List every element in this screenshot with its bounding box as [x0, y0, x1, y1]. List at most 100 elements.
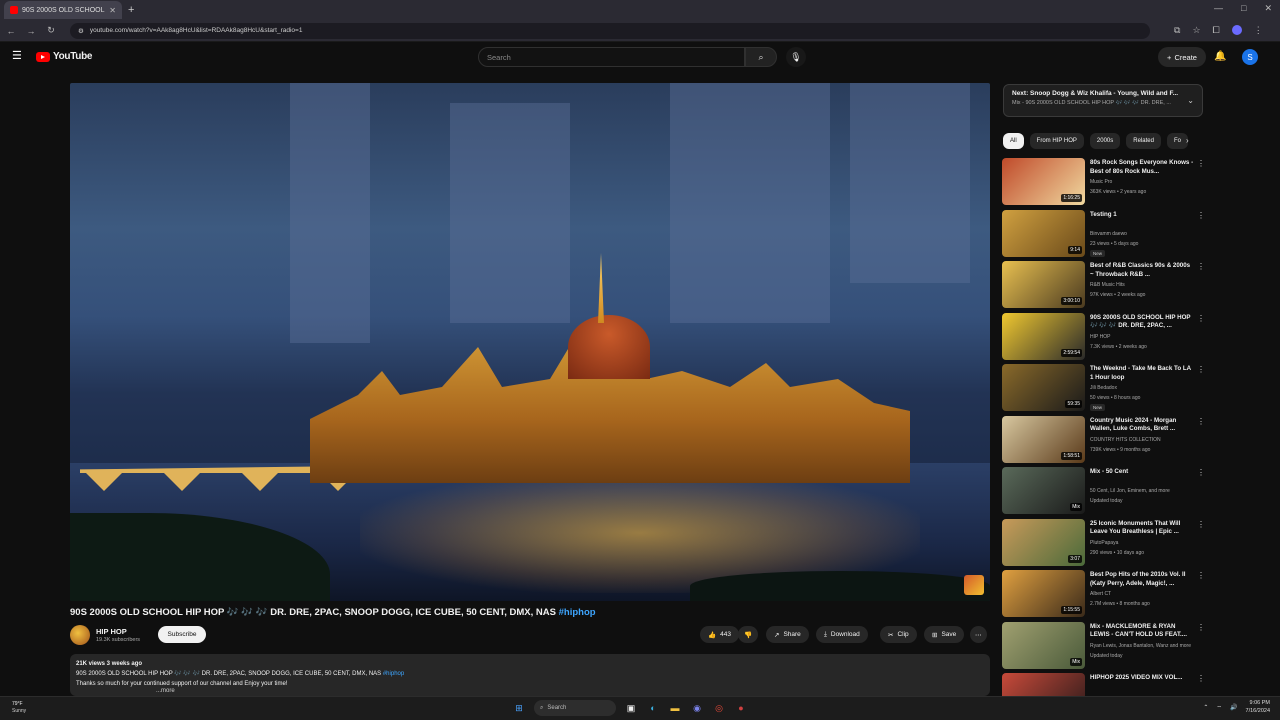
task-view-icon[interactable]: ▣	[624, 701, 638, 715]
chip-from-channel[interactable]: From HIP HOP	[1029, 133, 1084, 149]
video-thumbnail[interactable]: Mix	[1002, 467, 1085, 514]
extensions-icon[interactable]: ⧠	[1213, 25, 1220, 36]
more-options-icon[interactable]: ⋮	[1197, 417, 1205, 426]
search-input[interactable]: Search	[478, 47, 745, 67]
edge-browser-icon[interactable]: ◐	[646, 701, 660, 715]
file-explorer-icon[interactable]: ▬	[668, 701, 682, 715]
recommended-video[interactable]: 2:59:54 90S 2000S OLD SCHOOL HIP HOP 🎶 🎶 …	[1002, 312, 1212, 364]
more-options-icon[interactable]: ⋮	[1197, 314, 1205, 323]
clip-button[interactable]: ✂ Clip	[880, 626, 917, 643]
browser-profile-icon[interactable]	[1231, 25, 1242, 35]
recommended-channel[interactable]: HIP HOP	[1090, 334, 1110, 340]
clock[interactable]: 9:06 PM 7/16/2024	[1246, 700, 1270, 715]
recommended-video[interactable]: 1:15:55 Best Pop Hits of the 2010s Vol. I…	[1002, 569, 1212, 621]
video-thumbnail[interactable]: 3:07	[1002, 518, 1085, 566]
recommended-title[interactable]: Mix - 50 Cent	[1090, 468, 1195, 477]
video-thumbnail[interactable]	[1002, 673, 1085, 697]
tray-chevron-icon[interactable]: ⌃	[1203, 704, 1208, 711]
recommended-video[interactable]: 1:58:51 Country Music 2024 - Morgan Walle…	[1002, 415, 1212, 467]
new-tab-icon[interactable]: +	[128, 4, 134, 16]
subscribe-button[interactable]: Subscribe	[158, 626, 206, 643]
recommended-channel[interactable]: COUNTRY HITS COLLECTION	[1090, 437, 1161, 443]
recommended-channel[interactable]: R&B Music Hits	[1090, 282, 1125, 288]
channel-name[interactable]: HIP HOP	[96, 627, 127, 636]
menu-dots-icon[interactable]: ⋮	[1254, 25, 1263, 36]
more-options-icon[interactable]: ⋮	[1197, 468, 1205, 477]
video-thumbnail[interactable]: 9:14	[1002, 209, 1085, 257]
recommended-channel[interactable]: PlutoPapaya	[1090, 540, 1118, 546]
chrome-icon[interactable]: ◎	[712, 701, 726, 715]
recommended-title[interactable]: The Weeknd - Take Me Back To LA 1 Hour l…	[1090, 365, 1195, 382]
video-thumbnail[interactable]: Mix	[1002, 621, 1085, 669]
close-window-icon[interactable]: ✕	[1264, 3, 1272, 14]
recommended-title[interactable]: Country Music 2024 - Morgan Wallen, Luke…	[1090, 417, 1195, 434]
create-button[interactable]: + Create	[1158, 47, 1206, 67]
autoplay-next-box[interactable]: Next: Snoop Dogg & Wiz Khalifa - Young, …	[1003, 84, 1203, 117]
url-field[interactable]: ⚙ youtube.com/watch?v=AAk8ag8HcU&list=RD…	[70, 22, 1150, 39]
weather-widget[interactable]: 79°F Sunny	[12, 701, 26, 715]
network-icon[interactable]: ⌔	[1216, 704, 1222, 712]
back-icon[interactable]: ←	[6, 26, 16, 36]
like-button[interactable]: 👍 443	[700, 626, 739, 643]
recording-app-icon[interactable]: ●	[734, 701, 748, 715]
video-thumbnail[interactable]: 3:00:10	[1002, 261, 1085, 308]
chip-more[interactable]: Fo	[1166, 133, 1188, 149]
chevron-right-icon[interactable]: ›	[1186, 136, 1189, 145]
recommended-title[interactable]: 80s Rock Songs Everyone Knows - Best of …	[1090, 159, 1195, 176]
more-options-icon[interactable]: ⋮	[1197, 159, 1205, 168]
recommended-title[interactable]: Mix - MACKLEMORE & RYAN LEWIS - CAN'T HO…	[1090, 623, 1195, 640]
more-actions-button[interactable]: ⋯	[970, 626, 987, 643]
recommended-title[interactable]: Best of R&B Classics 90s & 2000s ~ Throw…	[1090, 262, 1195, 279]
close-tab-icon[interactable]: ✕	[109, 6, 116, 15]
maximize-icon[interactable]: □	[1241, 3, 1246, 14]
taskbar-search[interactable]: ⌕ Search	[534, 700, 616, 716]
video-thumbnail[interactable]: 2:59:54	[1002, 312, 1085, 360]
video-player[interactable]	[70, 83, 990, 601]
site-info-icon[interactable]: ⚙	[78, 27, 84, 35]
chip-related[interactable]: Related	[1126, 133, 1161, 149]
account-avatar[interactable]: S	[1242, 49, 1258, 65]
description-box[interactable]: 21K views 3 weeks ago 90S 2000S OLD SCHO…	[70, 654, 990, 696]
forward-icon[interactable]: →	[26, 26, 36, 36]
recommended-title[interactable]: HIPHOP 2025 VIDEO MIX VOL...	[1090, 674, 1195, 683]
teams-icon[interactable]: ◉	[690, 701, 704, 715]
channel-avatar[interactable]	[70, 625, 90, 645]
recommended-channel[interactable]: Jili Bedadox	[1090, 385, 1117, 391]
browser-tab[interactable]: 90S 2000S OLD SCHOOL H ✕	[4, 1, 122, 19]
chevron-down-icon[interactable]: ⌄	[1187, 96, 1194, 105]
more-options-icon[interactable]: ⋮	[1197, 211, 1205, 220]
channel-watermark[interactable]	[964, 575, 984, 595]
recommended-channel[interactable]: Albert CT	[1090, 591, 1111, 597]
reload-icon[interactable]: ↻	[46, 25, 56, 36]
youtube-logo[interactable]: YouTube	[36, 51, 93, 62]
volume-icon[interactable]: 🔊	[1230, 704, 1237, 711]
video-thumbnail[interactable]: 1:16:25	[1002, 158, 1085, 205]
share-button[interactable]: ↗ Share	[766, 626, 809, 643]
recommended-channel[interactable]: Binvamm daewo	[1090, 231, 1127, 237]
video-thumbnail[interactable]: 1:15:55	[1002, 570, 1085, 617]
video-thumbnail[interactable]: 59:35	[1002, 364, 1085, 411]
recommended-title[interactable]: 25 Iconic Monuments That Will Leave You …	[1090, 520, 1195, 537]
recommended-video[interactable]: Mix Mix - MACKLEMORE & RYAN LEWIS - CAN'T…	[1002, 621, 1212, 673]
save-button[interactable]: ⊞ Save	[924, 626, 965, 643]
notifications-bell-icon[interactable]: 🔔	[1214, 51, 1226, 62]
recommended-video[interactable]: 3:00:10 Best of R&B Classics 90s & 2000s …	[1002, 260, 1212, 312]
bookmark-star-icon[interactable]: ☆	[1192, 25, 1200, 36]
recommended-video[interactable]: 59:35 The Weeknd - Take Me Back To LA 1 H…	[1002, 363, 1212, 415]
recommended-channel[interactable]: Music Pro	[1090, 179, 1112, 185]
windows-start-icon[interactable]: ⊞	[512, 701, 526, 715]
hamburger-menu-icon[interactable]: ☰	[12, 51, 24, 62]
recommended-video[interactable]: HIPHOP 2025 VIDEO MIX VOL... ⋮	[1002, 672, 1212, 697]
chip-all[interactable]: All	[1003, 133, 1024, 149]
more-options-icon[interactable]: ⋮	[1197, 365, 1205, 374]
recommended-channel[interactable]: Ryan Lewis, Jonas Bantalon, Wanz and mor…	[1090, 643, 1191, 649]
video-hashtag[interactable]: #hiphop	[559, 607, 596, 618]
voice-search-button[interactable]: 🎙	[786, 47, 806, 67]
recommended-title[interactable]: Testing 1	[1090, 211, 1195, 220]
more-options-icon[interactable]: ⋮	[1197, 674, 1205, 683]
more-options-icon[interactable]: ⋮	[1197, 623, 1205, 632]
chip-2000s[interactable]: 2000s	[1089, 133, 1121, 149]
recommended-video[interactable]: 1:16:25 80s Rock Songs Everyone Knows - B…	[1002, 157, 1212, 209]
more-options-icon[interactable]: ⋮	[1197, 262, 1205, 271]
video-thumbnail[interactable]: 1:58:51	[1002, 415, 1085, 463]
